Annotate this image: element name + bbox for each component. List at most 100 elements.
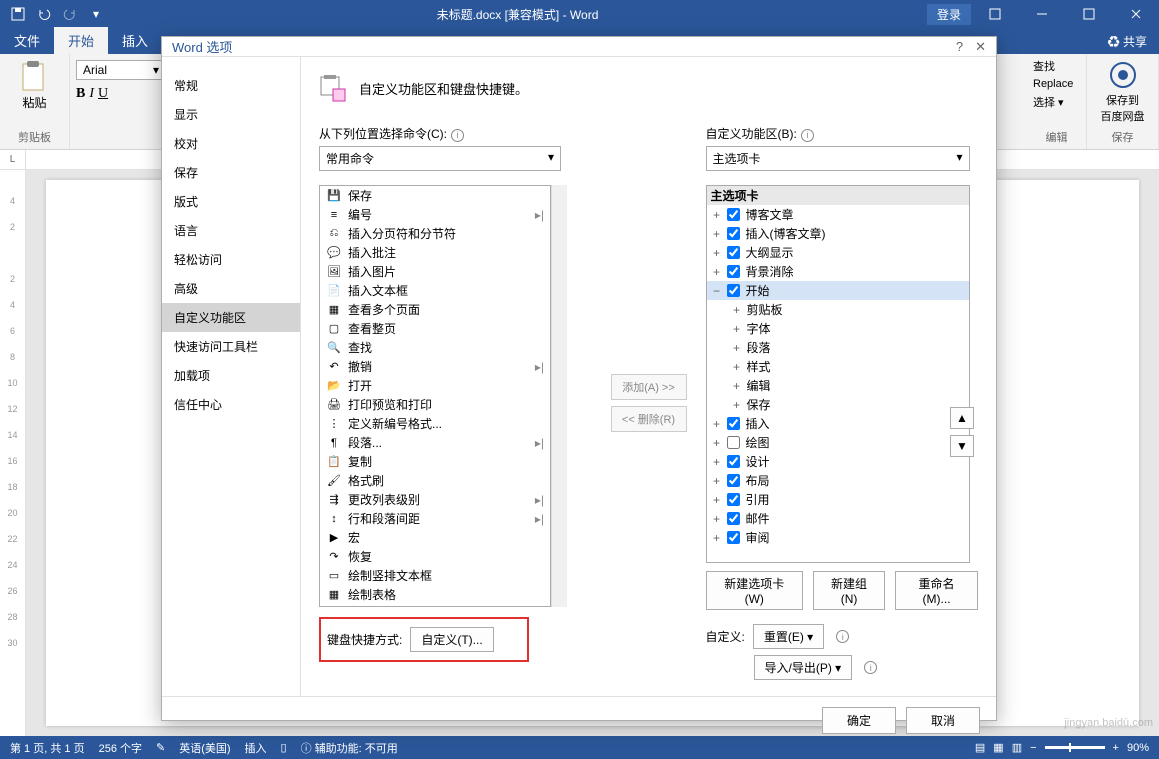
command-item[interactable]: ▶宏 xyxy=(320,528,550,547)
tree-checkbox[interactable] xyxy=(727,265,740,278)
command-item[interactable]: ▭绘制竖排文本框 xyxy=(320,566,550,585)
remove-button[interactable]: << 删除(R) xyxy=(611,406,687,432)
command-item[interactable]: ✂剪切 xyxy=(320,604,550,607)
expand-icon[interactable]: − xyxy=(711,284,723,298)
tree-item[interactable]: +邮件 xyxy=(707,509,969,528)
tree-checkbox[interactable] xyxy=(727,512,740,525)
zoom-level[interactable]: 90% xyxy=(1127,742,1149,754)
tree-item[interactable]: +插入(博客文章) xyxy=(707,224,969,243)
command-item[interactable]: 💾保存 xyxy=(320,186,550,205)
command-item[interactable]: ⋮定义新编号格式... xyxy=(320,414,550,433)
command-item[interactable]: 📂打开 xyxy=(320,376,550,395)
bold-button[interactable]: B xyxy=(76,86,85,102)
sidebar-item[interactable]: 快速访问工具栏 xyxy=(162,332,300,361)
info-icon[interactable]: i xyxy=(801,129,814,142)
customize-keyboard-button[interactable]: 自定义(T)... xyxy=(410,627,493,652)
tree-item[interactable]: +引用 xyxy=(707,490,969,509)
add-button[interactable]: 添加(A) >> xyxy=(611,374,687,400)
commands-list[interactable]: 💾保存≡编号▸|⎌插入分页符和分节符💬插入批注🖼插入图片📄插入文本框▦查看多个页… xyxy=(319,185,551,607)
qat-dropdown-icon[interactable]: ▾ xyxy=(84,3,108,25)
view-web-icon[interactable]: ▥ xyxy=(1012,741,1022,754)
expand-icon[interactable]: + xyxy=(711,208,723,222)
tree-checkbox[interactable] xyxy=(727,474,740,487)
tree-checkbox[interactable] xyxy=(727,208,740,221)
cancel-button[interactable]: 取消 xyxy=(906,707,980,734)
expand-icon[interactable]: + xyxy=(711,512,723,526)
command-item[interactable]: ≡编号▸| xyxy=(320,205,550,224)
redo-icon[interactable] xyxy=(58,3,82,25)
ribbon-display-icon[interactable] xyxy=(972,0,1018,28)
sidebar-item[interactable]: 保存 xyxy=(162,158,300,187)
tree-item[interactable]: +绘图 xyxy=(707,433,969,452)
sidebar-item[interactable]: 信任中心 xyxy=(162,390,300,419)
command-item[interactable]: 💬插入批注 xyxy=(320,243,550,262)
tab-insert[interactable]: 插入 xyxy=(108,27,162,54)
tree-checkbox[interactable] xyxy=(727,493,740,506)
import-export-button[interactable]: 导入/导出(P) ▾ xyxy=(754,655,853,680)
tree-item[interactable]: +背景消除 xyxy=(707,262,969,281)
expand-icon[interactable]: + xyxy=(731,379,743,393)
tree-checkbox[interactable] xyxy=(727,455,740,468)
tree-item[interactable]: +审阅 xyxy=(707,528,969,547)
tree-item[interactable]: +保存 xyxy=(707,395,969,414)
tree-item[interactable]: +编辑 xyxy=(707,376,969,395)
page-count[interactable]: 第 1 页, 共 1 页 xyxy=(10,740,85,756)
save-icon[interactable] xyxy=(6,3,30,25)
info-icon[interactable]: i xyxy=(836,630,849,643)
expand-icon[interactable]: + xyxy=(711,265,723,279)
command-item[interactable]: ↷恢复 xyxy=(320,547,550,566)
sidebar-item[interactable]: 常规 xyxy=(162,71,300,100)
sidebar-item[interactable]: 版式 xyxy=(162,187,300,216)
tree-item[interactable]: +大纲显示 xyxy=(707,243,969,262)
tree-item[interactable]: +段落 xyxy=(707,338,969,357)
underline-button[interactable]: U xyxy=(98,86,108,102)
command-item[interactable]: ▦查看多个页面 xyxy=(320,300,550,319)
new-tab-button[interactable]: 新建选项卡(W) xyxy=(706,571,803,610)
replace-button[interactable]: Replace xyxy=(1033,78,1080,90)
expand-icon[interactable]: + xyxy=(711,436,723,450)
expand-icon[interactable]: + xyxy=(731,303,743,317)
find-button[interactable]: 查找 xyxy=(1033,58,1080,74)
tree-item[interactable]: +设计 xyxy=(707,452,969,471)
zoom-in-icon[interactable]: + xyxy=(1113,742,1119,754)
italic-button[interactable]: I xyxy=(89,86,94,102)
sidebar-item[interactable]: 轻松访问 xyxy=(162,245,300,274)
tab-file[interactable]: 文件 xyxy=(0,27,54,54)
ribbon-tree[interactable]: 主选项卡+博客文章+插入(博客文章)+大纲显示+背景消除−开始+剪贴板+字体+段… xyxy=(706,185,970,563)
tree-checkbox[interactable] xyxy=(727,436,740,449)
sidebar-item[interactable]: 高级 xyxy=(162,274,300,303)
expand-icon[interactable]: + xyxy=(711,455,723,469)
dialog-close-icon[interactable]: ✕ xyxy=(975,39,986,55)
font-name-select[interactable]: Arial▾ xyxy=(76,60,166,80)
command-item[interactable]: ▦绘制表格 xyxy=(320,585,550,604)
move-up-button[interactable]: ▲ xyxy=(950,407,974,429)
expand-icon[interactable]: + xyxy=(711,493,723,507)
command-item[interactable]: 🖼插入图片 xyxy=(320,262,550,281)
expand-icon[interactable]: + xyxy=(711,246,723,260)
sidebar-item[interactable]: 自定义功能区 xyxy=(162,303,300,332)
share-button[interactable]: ♻ 共享 xyxy=(1096,29,1159,54)
command-item[interactable]: ▢查看整页 xyxy=(320,319,550,338)
info-icon[interactable]: i xyxy=(864,661,877,674)
tree-checkbox[interactable] xyxy=(727,246,740,259)
cloud-save-icon[interactable] xyxy=(1108,60,1138,90)
expand-icon[interactable]: + xyxy=(731,360,743,374)
tree-checkbox[interactable] xyxy=(727,284,740,297)
command-item[interactable]: ⇶更改列表级别▸| xyxy=(320,490,550,509)
tree-item[interactable]: +样式 xyxy=(707,357,969,376)
ribbon-select[interactable]: 主选项卡▾ xyxy=(706,146,970,171)
command-item[interactable]: 🔍查找 xyxy=(320,338,550,357)
tree-checkbox[interactable] xyxy=(727,417,740,430)
tree-item[interactable]: +剪贴板 xyxy=(707,300,969,319)
word-count[interactable]: 256 个字 xyxy=(99,740,142,756)
new-group-button[interactable]: 新建组(N) xyxy=(813,571,885,610)
command-item[interactable]: ↶撤销▸| xyxy=(320,357,550,376)
command-item[interactable]: ¶段落...▸| xyxy=(320,433,550,452)
expand-icon[interactable]: + xyxy=(711,417,723,431)
close-icon[interactable] xyxy=(1113,0,1159,28)
expand-icon[interactable]: + xyxy=(711,531,723,545)
move-down-button[interactable]: ▼ xyxy=(950,435,974,457)
command-item[interactable]: 📋复制 xyxy=(320,452,550,471)
commands-from-select[interactable]: 常用命令▾ xyxy=(319,146,561,171)
minimize-icon[interactable] xyxy=(1019,0,1065,28)
